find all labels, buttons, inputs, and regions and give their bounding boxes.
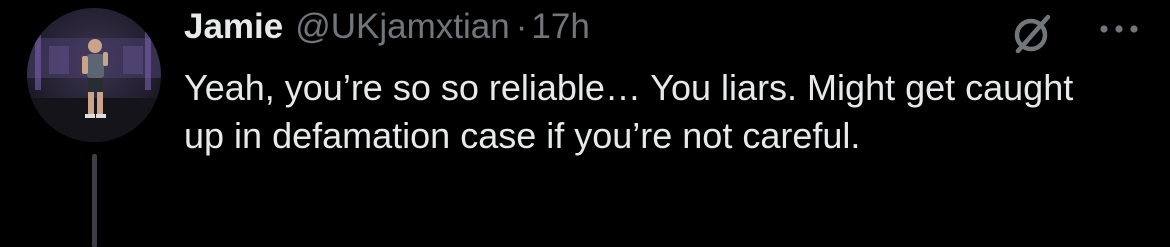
author-name[interactable]: Jamie <box>184 7 283 47</box>
author-handle[interactable]: @UKjamxtian <box>295 7 509 47</box>
separator-dot: · <box>515 7 528 46</box>
avatar[interactable] <box>27 8 161 142</box>
timestamp[interactable]: 17h <box>531 7 589 47</box>
avatar-photo-icon <box>27 8 161 142</box>
thread-line <box>92 154 97 247</box>
grok-icon[interactable] <box>1010 11 1056 57</box>
more-horizontal-icon[interactable] <box>1095 19 1143 39</box>
tweet-header: Jamie @UKjamxtian · 17h <box>184 7 590 51</box>
tweet-text: Yeah, you’re so so reliable… You liars. … <box>184 67 1074 156</box>
tweet[interactable]: Jamie @UKjamxtian · 17h Yeah, you’re so … <box>0 0 1170 247</box>
